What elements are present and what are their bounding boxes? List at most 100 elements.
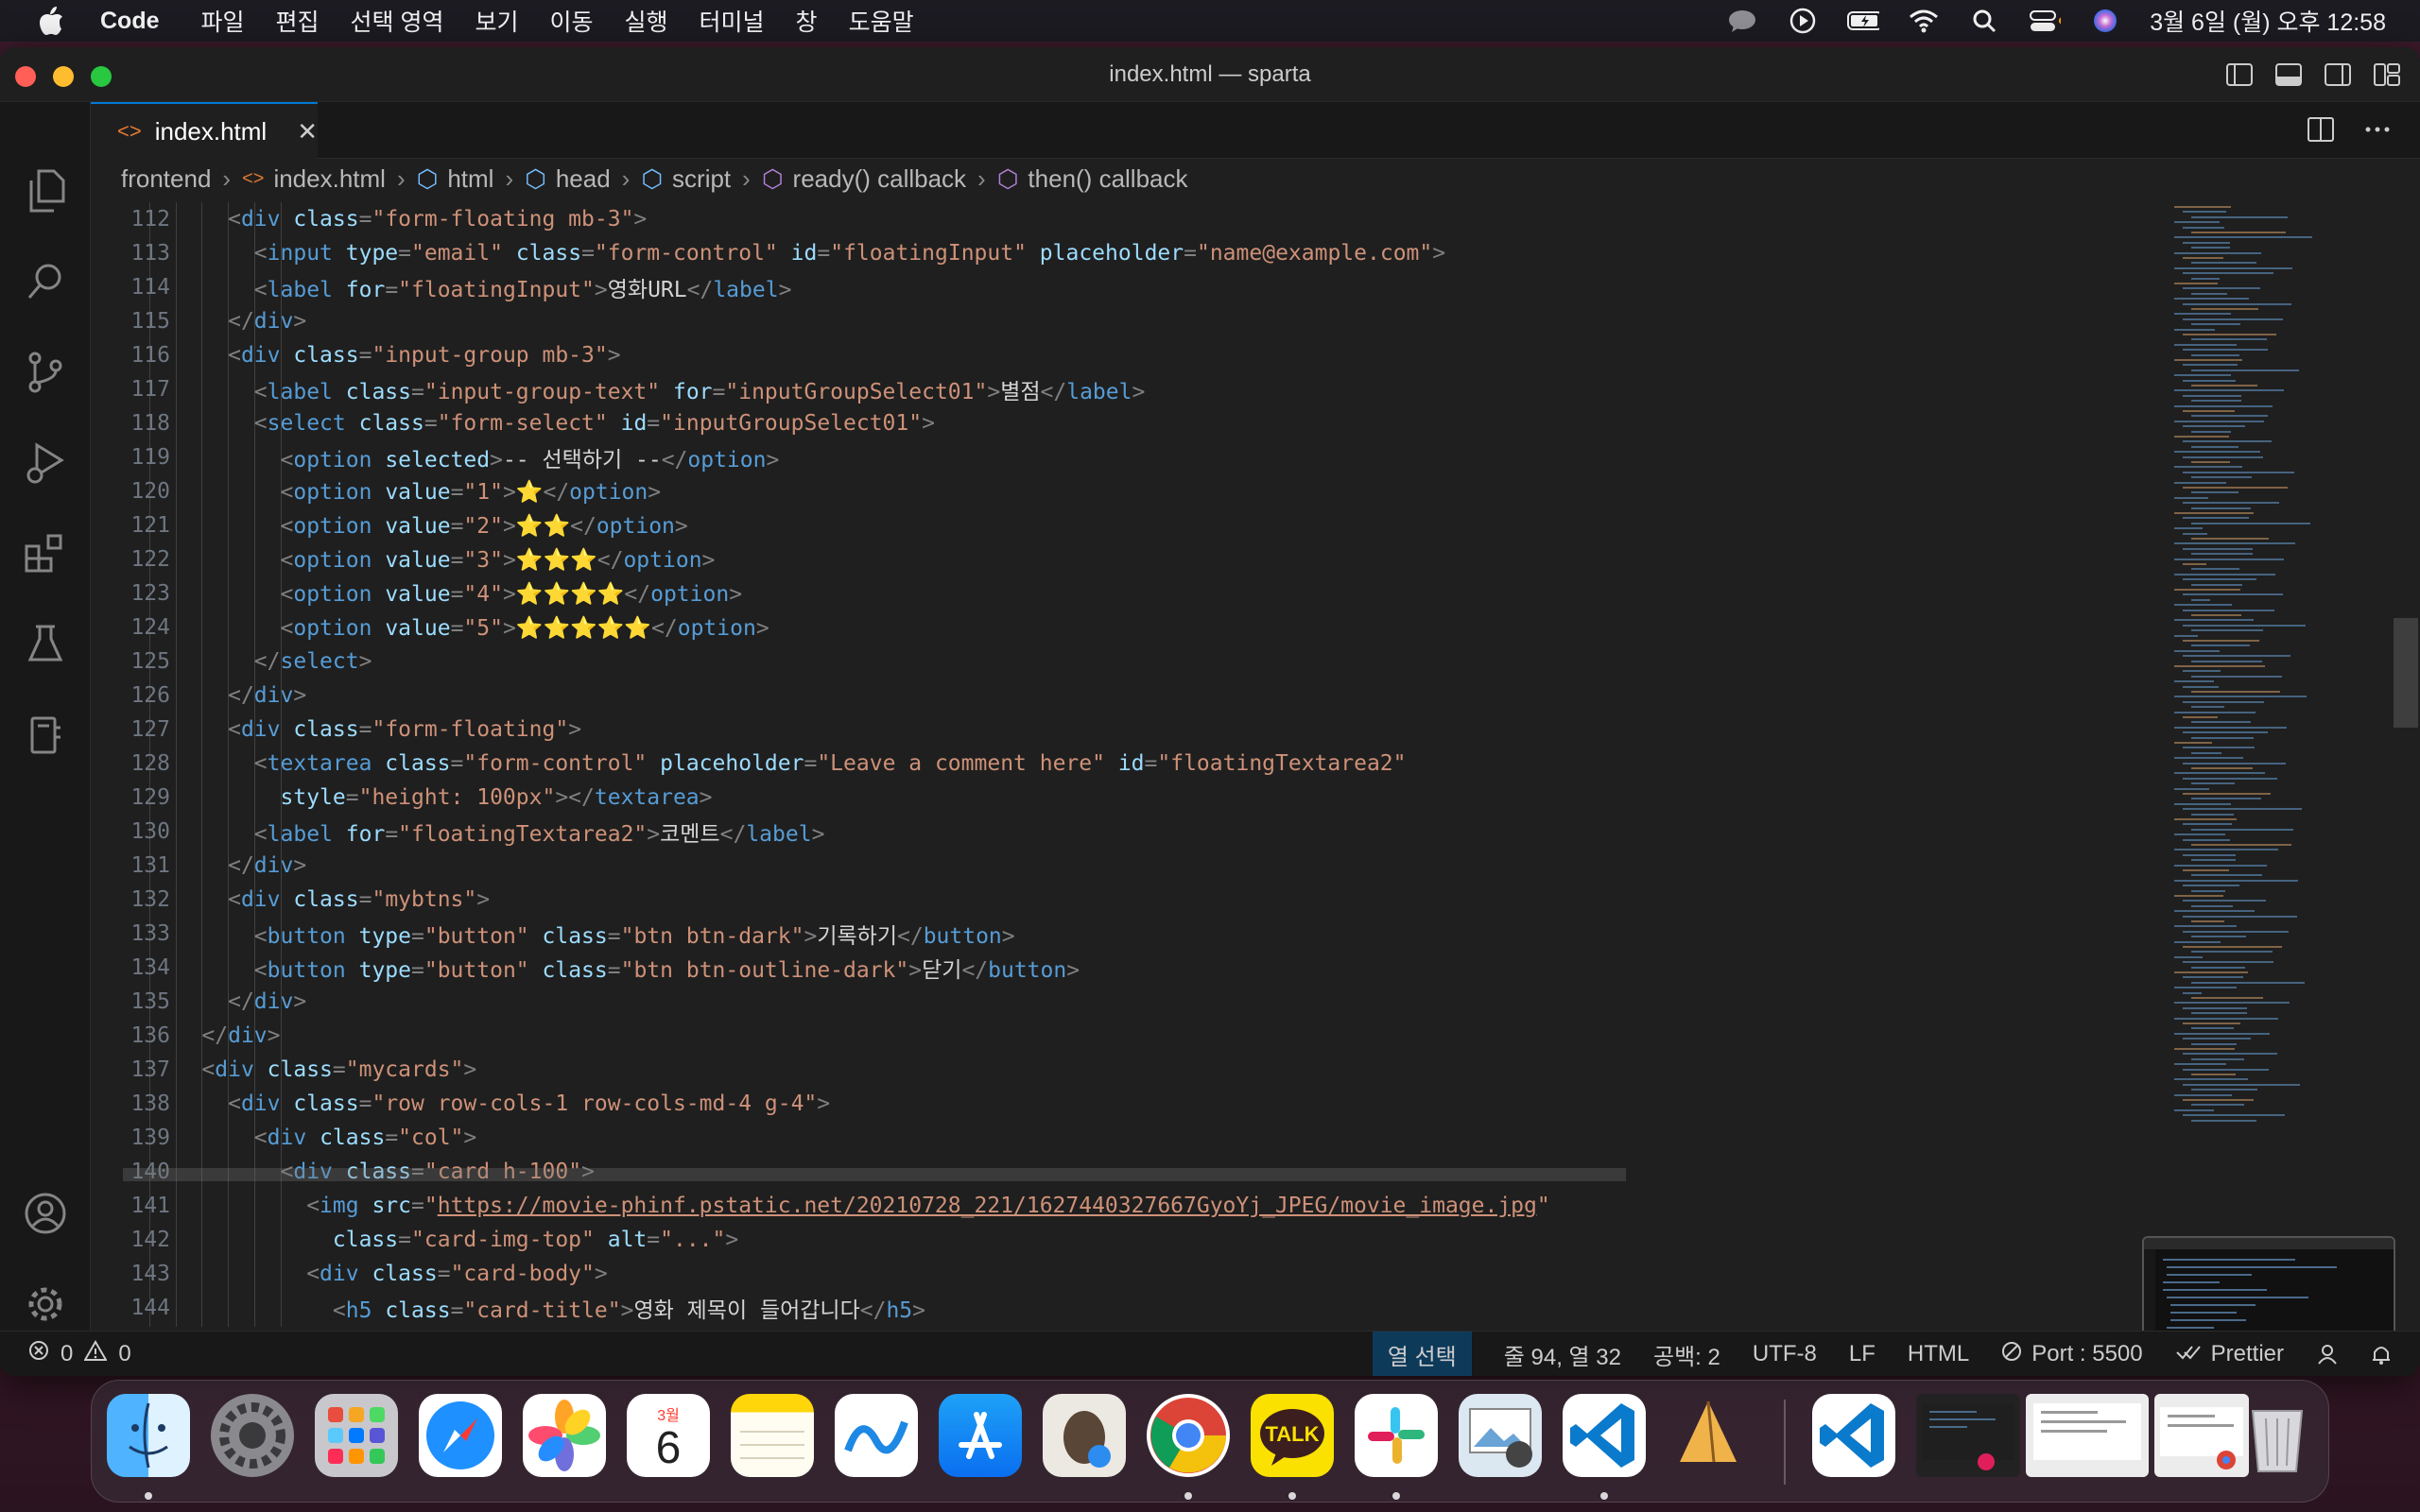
- column-selection-mode[interactable]: 열 선택: [1372, 1332, 1472, 1376]
- system-settings-app-icon[interactable]: [211, 1394, 294, 1477]
- spotlight-search-icon[interactable]: [1968, 8, 2000, 34]
- menu-view[interactable]: 보기: [475, 4, 518, 38]
- vertical-scrollbar-thumb[interactable]: [2394, 618, 2418, 728]
- menu-help[interactable]: 도움말: [849, 4, 914, 38]
- code-line[interactable]: 121 <option value="2">⭐⭐</option>: [91, 508, 2167, 542]
- problems-indicator[interactable]: 0 0: [28, 1340, 131, 1367]
- breadcrumb-symbol[interactable]: ⬡ script: [641, 164, 731, 194]
- code-line[interactable]: 138 <div class="row row-cols-1 row-cols-m…: [91, 1087, 2167, 1121]
- close-tab-icon[interactable]: ✕: [297, 117, 318, 146]
- code-line[interactable]: 123 <option value="4">⭐⭐⭐⭐</option>: [91, 576, 2167, 610]
- code-line[interactable]: 142 class="card-img-top" alt="...">: [91, 1223, 2167, 1257]
- breadcrumb-symbol[interactable]: ⬡ html: [417, 164, 494, 194]
- safari-app-icon[interactable]: [419, 1394, 502, 1477]
- app-store-app-icon[interactable]: [939, 1394, 1022, 1477]
- code-line[interactable]: 113 <input type="email" class="form-contr…: [91, 236, 2167, 270]
- breadcrumb-symbol[interactable]: ⬡ then() callback: [997, 164, 1188, 194]
- code-line[interactable]: 120 <option value="1">⭐</option>: [91, 474, 2167, 508]
- tab-index-html[interactable]: <> index.html ✕: [91, 102, 318, 159]
- minimap[interactable]: [2167, 202, 2399, 1327]
- code-line[interactable]: 122 <option value="3">⭐⭐⭐</option>: [91, 542, 2167, 576]
- code-line[interactable]: 129 style="height: 100px"></textarea>: [91, 781, 2167, 815]
- toggle-panel-icon[interactable]: [2274, 60, 2303, 89]
- photos-app-icon[interactable]: [523, 1394, 606, 1477]
- launchpad-app-icon[interactable]: [315, 1394, 398, 1477]
- manage-gear-icon[interactable]: [21, 1280, 70, 1329]
- instruments-app-icon[interactable]: [1667, 1394, 1750, 1477]
- menu-window[interactable]: 창: [796, 4, 818, 38]
- breadcrumb-file[interactable]: <> index.html: [242, 164, 386, 194]
- toggle-primary-sidebar-icon[interactable]: [2225, 60, 2254, 89]
- code-line[interactable]: 116 <div class="input-group mb-3">: [91, 338, 2167, 372]
- code-line[interactable]: 135 </div>: [91, 985, 2167, 1019]
- code-line[interactable]: 127 <div class="form-floating">: [91, 713, 2167, 747]
- siri-icon[interactable]: [2089, 8, 2121, 34]
- preview-app-icon[interactable]: [1459, 1394, 1542, 1477]
- sequel-ace-app-icon[interactable]: [1043, 1394, 1126, 1477]
- extensions-icon[interactable]: [21, 529, 70, 578]
- customize-layout-icon[interactable]: [2373, 60, 2401, 89]
- minimized-window-thumbnail[interactable]: [2154, 1394, 2249, 1477]
- menubar-clock[interactable]: 3월 6일 (월) 오후 12:58: [2150, 4, 2386, 38]
- minimized-window-thumbnail[interactable]: [1916, 1394, 2020, 1477]
- code-line[interactable]: 132 <div class="mybtns">: [91, 883, 2167, 917]
- prettier-status[interactable]: Prettier: [2175, 1341, 2284, 1368]
- code-line[interactable]: 134 <button type="button" class="btn btn-…: [91, 951, 2167, 985]
- code-line[interactable]: 126 </div>: [91, 679, 2167, 713]
- cursor-position[interactable]: 줄 94, 열 32: [1504, 1338, 1621, 1371]
- menu-go[interactable]: 이동: [550, 4, 594, 38]
- menu-file[interactable]: 파일: [201, 4, 245, 38]
- source-control-icon[interactable]: [21, 348, 70, 397]
- calendar-app-icon[interactable]: 3월 6: [627, 1394, 710, 1477]
- toggle-secondary-sidebar-icon[interactable]: [2324, 60, 2352, 89]
- search-icon[interactable]: [21, 257, 70, 306]
- encoding[interactable]: UTF-8: [1753, 1341, 1817, 1367]
- code-line[interactable]: 130 <label for="floatingTextarea2">코멘트</l…: [91, 815, 2167, 849]
- indentation[interactable]: 공백: 2: [1653, 1338, 1720, 1371]
- wifi-icon[interactable]: [1908, 8, 1940, 34]
- code-line[interactable]: 115 </div>: [91, 304, 2167, 338]
- code-line[interactable]: 117 <label class="input-group-text" for="…: [91, 372, 2167, 406]
- explorer-icon[interactable]: [21, 166, 70, 215]
- breadcrumb-symbol[interactable]: ⬡ ready() callback: [762, 164, 966, 194]
- notifications-bell-icon[interactable]: [2371, 1343, 2392, 1366]
- code-line[interactable]: 124 <option value="5">⭐⭐⭐⭐⭐</option>: [91, 610, 2167, 644]
- code-line[interactable]: 119 <option selected>-- 선택하기 --</option>: [91, 440, 2167, 474]
- code-link[interactable]: https://movie-phinf.pstatic.net/20210728…: [438, 1194, 1537, 1218]
- live-server-port[interactable]: Port : 5500: [2001, 1341, 2143, 1368]
- code-line[interactable]: 125 </select>: [91, 644, 2167, 679]
- breadcrumb-folder[interactable]: frontend: [121, 164, 211, 194]
- finder-app-icon[interactable]: [107, 1394, 190, 1477]
- vscode-app-icon[interactable]: [1812, 1394, 1895, 1477]
- chrome-app-icon[interactable]: [1147, 1394, 1230, 1477]
- apple-icon[interactable]: [34, 4, 68, 38]
- code-line[interactable]: 139 <div class="col">: [91, 1121, 2167, 1155]
- notes-app-icon[interactable]: [731, 1394, 814, 1477]
- remote-explorer-icon[interactable]: [21, 711, 70, 760]
- more-actions-icon[interactable]: [2363, 115, 2392, 148]
- menu-run[interactable]: 실행: [625, 4, 668, 38]
- chat-bubble-icon[interactable]: [1726, 8, 1758, 34]
- window-minimize-button[interactable]: [53, 66, 74, 87]
- code-line[interactable]: 114 <label for="floatingInput">영화URL</lab…: [91, 270, 2167, 304]
- code-line[interactable]: 131 </div>: [91, 849, 2167, 883]
- code-line[interactable]: 118 <select class="form-select" id="input…: [91, 406, 2167, 440]
- code-line[interactable]: 143 <div class="card-body">: [91, 1257, 2167, 1291]
- battery-icon[interactable]: [1847, 8, 1880, 34]
- control-center-icon[interactable]: [2029, 8, 2062, 34]
- horizontal-scrollbar[interactable]: [123, 1168, 1626, 1181]
- code-editor[interactable]: 112 <div class="form-floating mb-3"> 113 <i…: [91, 202, 2167, 1327]
- menu-app-name[interactable]: Code: [100, 8, 160, 35]
- vscode-app-icon[interactable]: [1563, 1394, 1646, 1477]
- menu-edit[interactable]: 편집: [276, 4, 320, 38]
- minimized-window-thumbnail[interactable]: [2026, 1394, 2149, 1477]
- accounts-feedback-icon[interactable]: [2316, 1343, 2339, 1366]
- code-line[interactable]: 133 <button type="button" class="btn btn-…: [91, 917, 2167, 951]
- window-close-button[interactable]: [15, 66, 36, 87]
- breadcrumb-symbol[interactable]: ⬡ head: [525, 164, 611, 194]
- menu-selection[interactable]: 선택 영역: [351, 4, 444, 38]
- freeform-app-icon[interactable]: [835, 1394, 918, 1477]
- window-fullscreen-button[interactable]: [91, 66, 112, 87]
- accounts-icon[interactable]: [21, 1189, 70, 1238]
- testing-flask-icon[interactable]: [21, 620, 70, 669]
